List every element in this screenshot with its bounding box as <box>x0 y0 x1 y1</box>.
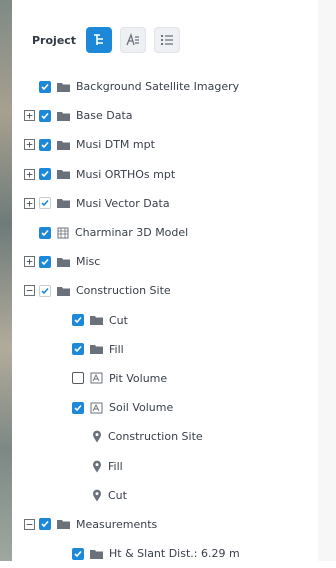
layer-checkbox-partial[interactable] <box>39 284 51 297</box>
checkmark-icon <box>74 404 82 411</box>
tree-item-label: Misc <box>76 255 101 269</box>
checkmark-icon <box>74 550 82 557</box>
list-icon <box>161 35 174 45</box>
tree-item-musi-vector-data[interactable]: + Musi Vector Data <box>12 189 318 218</box>
checkmark-icon <box>74 317 82 324</box>
tree-item-fill[interactable]: Fill <box>12 335 318 364</box>
panel-toolbar: Project <box>32 26 188 54</box>
collapse-icon[interactable]: − <box>24 518 35 530</box>
checkmark-icon <box>74 346 82 353</box>
checkmark-icon <box>41 229 49 236</box>
folder-icon <box>57 111 70 121</box>
collapse-icon[interactable]: − <box>24 285 35 297</box>
tree-item-label: Ht & Slant Dist.: 6.29 m <box>109 547 240 561</box>
tree-item-ht-slant-dist[interactable]: Ht & Slant Dist.: 6.29 m <box>12 539 318 568</box>
layer-panel: Project Background Satellite Imagery + B… <box>12 0 318 561</box>
tree-item-label: Background Satellite Imagery <box>76 80 240 94</box>
volume-measure-icon <box>90 402 103 414</box>
layer-checkbox[interactable] <box>39 226 51 239</box>
checkmark-icon <box>41 141 49 149</box>
panel-scroll-edge[interactable] <box>317 0 336 561</box>
expand-icon[interactable]: + <box>24 197 35 209</box>
tree-item-musi-dtm[interactable]: + Musi DTM mpt <box>12 130 318 159</box>
tree-item-pin-fill[interactable]: Fill <box>12 451 318 480</box>
folder-icon <box>90 316 103 326</box>
tree-item-label: Charminar 3D Model <box>75 226 189 240</box>
tree-item-label: Pit Volume <box>109 371 168 385</box>
legend-button[interactable] <box>120 27 147 53</box>
folder-icon <box>57 140 70 150</box>
tree-item-measurements[interactable]: − Measurements <box>12 510 318 539</box>
tree-item-label: Base Data <box>76 109 133 123</box>
layer-tree-button[interactable] <box>86 27 113 53</box>
layer-checkbox[interactable] <box>39 138 51 151</box>
tree-item-label: Musi Vector Data <box>76 196 170 210</box>
map-pin-icon <box>93 430 101 443</box>
building-model-icon <box>57 227 69 239</box>
tree-item-label: Soil Volume <box>109 401 174 415</box>
layer-checkbox[interactable] <box>39 255 51 268</box>
tree-item-base-data[interactable]: + Base Data <box>12 101 318 130</box>
legend-icon <box>126 33 140 46</box>
tree-item-soil-volume[interactable]: Soil Volume <box>12 393 318 422</box>
expand-icon[interactable]: + <box>24 168 35 180</box>
layer-checkbox[interactable] <box>39 109 51 122</box>
partial-check-icon <box>41 200 49 207</box>
expand-icon[interactable]: + <box>24 110 35 122</box>
tree-item-pin-cut[interactable]: Cut <box>12 481 318 510</box>
checkmark-icon <box>41 521 49 528</box>
layer-checkbox[interactable] <box>72 314 84 327</box>
tree-item-label: Measurements <box>76 517 158 531</box>
tree-item-label: Construction Site <box>76 284 171 298</box>
tree-item-label: Musi ORTHOs mpt <box>76 167 176 181</box>
partial-check-icon <box>41 287 49 295</box>
tree-item-label: Cut <box>108 488 127 502</box>
expand-icon[interactable]: + <box>24 139 35 151</box>
tree-item-pit-volume[interactable]: Pit Volume <box>12 364 318 393</box>
layer-checkbox[interactable] <box>39 168 51 181</box>
folder-icon <box>57 199 70 209</box>
map-pin-icon <box>93 489 101 502</box>
folder-icon <box>57 82 70 92</box>
tree-item-label: Fill <box>108 459 123 473</box>
tree-item-label: Construction Site <box>108 430 203 444</box>
tree-item-cut[interactable]: Cut <box>12 306 318 335</box>
layer-tree: Background Satellite Imagery + Base Data… <box>12 72 318 568</box>
tree-item-background-satellite-imagery[interactable]: Background Satellite Imagery <box>12 72 318 101</box>
folder-icon <box>57 520 70 530</box>
layer-checkbox-partial[interactable] <box>39 197 51 210</box>
folder-icon <box>90 549 103 559</box>
checkmark-icon <box>41 258 49 265</box>
layer-checkbox[interactable] <box>39 80 51 93</box>
layer-checkbox[interactable] <box>72 401 84 414</box>
tree-item-pin-construction-site[interactable]: Construction Site <box>12 422 318 451</box>
map-background-strip <box>0 0 12 561</box>
expand-icon[interactable]: + <box>24 256 35 268</box>
tree-item-label: Cut <box>109 313 128 327</box>
volume-measure-icon <box>90 372 103 384</box>
tree-item-misc[interactable]: + Misc <box>12 247 318 276</box>
tree-item-musi-orthos[interactable]: + Musi ORTHOs mpt <box>12 160 318 189</box>
layer-checkbox[interactable] <box>72 343 84 356</box>
tree-item-charminar-3d-model[interactable]: Charminar 3D Model <box>12 218 318 247</box>
checkmark-icon <box>41 83 49 90</box>
tree-item-label: Fill <box>109 342 124 356</box>
tree-item-label: Musi DTM mpt <box>76 138 155 152</box>
tree-item-construction-site[interactable]: − Construction Site <box>12 276 318 305</box>
checkmark-icon <box>41 112 49 119</box>
layer-checkbox[interactable] <box>72 547 84 560</box>
folder-icon <box>57 170 70 180</box>
folder-icon <box>90 345 103 355</box>
layer-checkbox[interactable] <box>39 518 51 531</box>
folder-icon <box>57 286 70 296</box>
map-pin-icon <box>93 460 101 473</box>
list-button[interactable] <box>154 27 181 53</box>
layer-checkbox[interactable] <box>72 372 84 385</box>
layer-tree-icon <box>94 34 104 45</box>
folder-icon <box>57 257 70 267</box>
panel-title: Project <box>32 33 77 47</box>
checkmark-icon <box>41 171 49 178</box>
